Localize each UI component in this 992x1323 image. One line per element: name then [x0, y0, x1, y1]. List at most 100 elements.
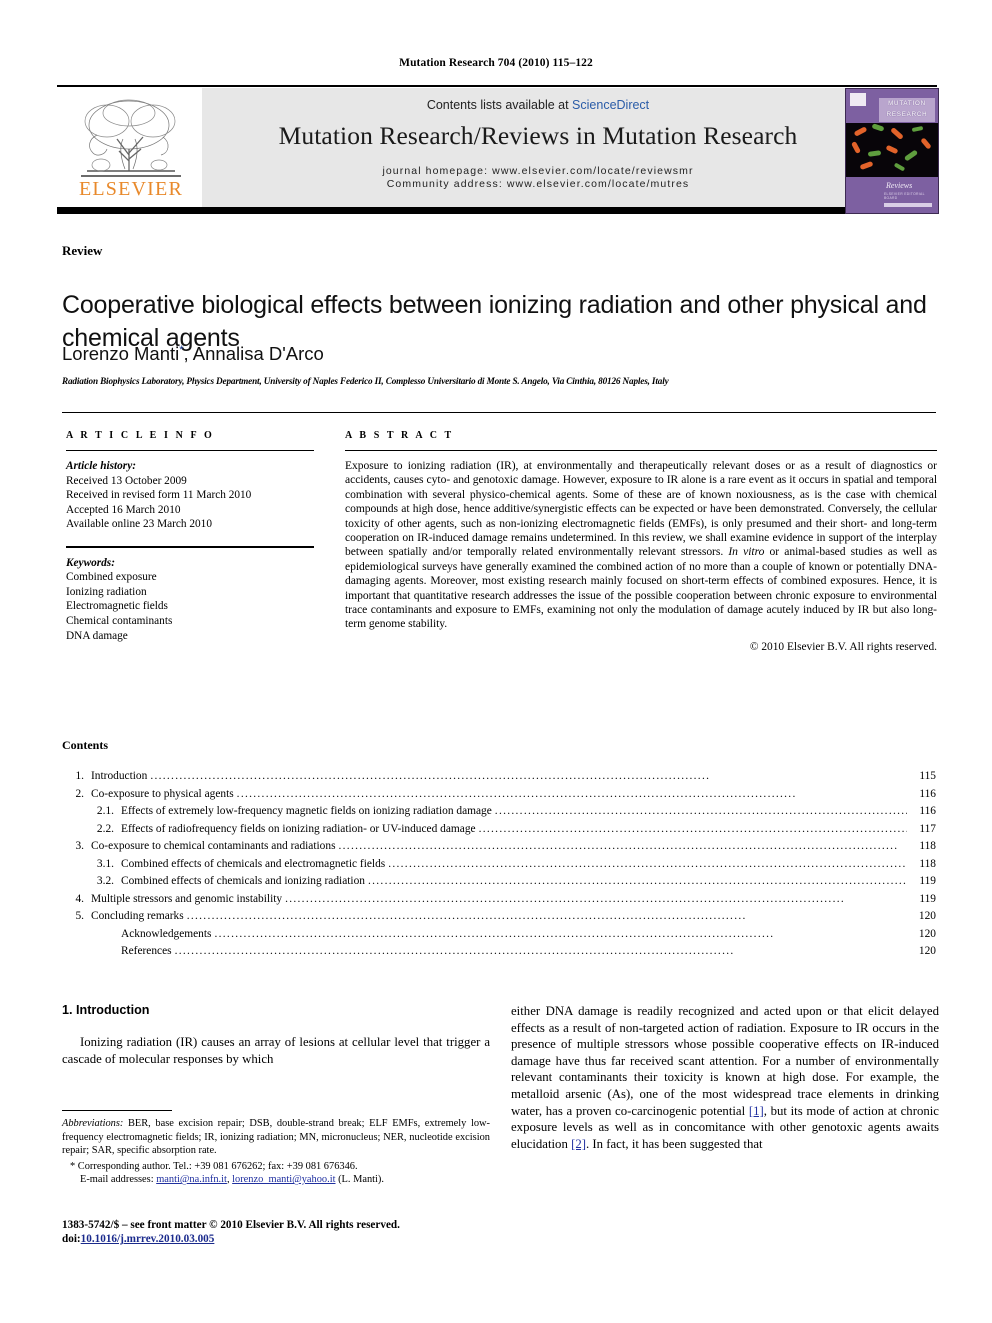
toc-label[interactable]: Combined effects of chemicals and electr…: [121, 856, 385, 874]
toc-label[interactable]: Co-exposure to physical agents: [91, 786, 234, 804]
toc-label[interactable]: Combined effects of chemicals and ionizi…: [121, 873, 365, 891]
toc-entry[interactable]: Acknowledgements .......................…: [62, 926, 936, 944]
chromosome-shape: [850, 141, 862, 154]
cover-subtitle: ELSEVIER EDITORIAL BOARD: [884, 192, 925, 200]
article-info-heading: A R T I C L E I N F O: [66, 430, 215, 441]
elsevier-logo: ELSEVIER: [67, 95, 195, 203]
toc-label[interactable]: Acknowledgements: [121, 926, 211, 944]
abbreviations-label: Abbreviations:: [62, 1118, 124, 1130]
toc-leader: ........................................…: [478, 822, 907, 835]
abstract-copyright: © 2010 Elsevier B.V. All rights reserved…: [749, 640, 937, 653]
toc-leader: ........................................…: [174, 945, 735, 957]
toc-page: 118: [919, 857, 936, 870]
toc-label[interactable]: Co-exposure to chemical contaminants and…: [91, 838, 336, 856]
toc-number: 2.1.: [96, 805, 114, 817]
community-address-line: Community address: www.elsevier.com/loca…: [386, 178, 690, 190]
doi-link[interactable]: 10.1016/j.mrrev.2010.03.005: [81, 1233, 215, 1245]
toc-entry[interactable]: 2. Co-exposure to physical agents ......…: [62, 786, 936, 804]
article-history-block: Article history: Received 13 October 200…: [66, 459, 314, 532]
toc-number: 1.: [75, 770, 84, 782]
table-of-contents: 1. Introduction ........................…: [62, 768, 936, 961]
toc-label[interactable]: Effects of extremely low-frequency magne…: [121, 803, 492, 821]
toc-leader: ........................................…: [186, 910, 747, 922]
running-head: Mutation Research 704 (2010) 115–122: [399, 57, 593, 69]
chromosome-shape: [867, 150, 882, 157]
toc-label[interactable]: References: [121, 943, 172, 961]
keyword-item: Chemical contaminants: [66, 614, 173, 627]
toc-leader: ........................................…: [494, 805, 907, 817]
email-owner: (L. Manti).: [335, 1174, 384, 1186]
body-column-right: either DNA damage is readily recognized …: [511, 1003, 939, 1152]
email-note: E-mail addresses: manti@na.infn.it, lore…: [62, 1173, 490, 1186]
cover-publisher-mark: [850, 93, 866, 106]
toc-label[interactable]: Multiple stressors and genomic instabili…: [91, 891, 282, 909]
keywords-label: Keywords:: [66, 556, 115, 569]
toc-page: 120: [918, 945, 936, 957]
reference-link-2[interactable]: [2]: [571, 1137, 586, 1151]
toc-entry[interactable]: 3.1. Combined effects of chemicals and e…: [62, 856, 936, 874]
toc-entry[interactable]: 3.2. Combined effects of chemicals and i…: [62, 873, 936, 891]
article-history-item: Received in revised form 11 March 2010: [66, 489, 252, 502]
cover-reviews-label: Reviews: [886, 181, 913, 190]
toc-entry[interactable]: 3. Co-exposure to chemical contaminants …: [62, 838, 936, 856]
toc-number: 4.: [75, 892, 84, 905]
email-link-secondary[interactable]: lorenzo_manti@yahoo.it: [232, 1174, 335, 1185]
chromosome-shape: [871, 123, 885, 132]
toc-label[interactable]: Concluding remarks: [91, 908, 184, 926]
sciencedirect-link[interactable]: ScienceDirect: [572, 98, 649, 112]
toc-number: 5.: [75, 910, 84, 922]
cover-title-line1: MUTATION: [888, 100, 926, 107]
toc-entry[interactable]: 2.2. Effects of radiofrequency fields on…: [62, 821, 936, 839]
chromosome-shape: [920, 137, 932, 150]
toc-number: 3.2.: [96, 875, 114, 887]
cover-title-box: MUTATION RESEARCH: [879, 98, 935, 122]
body-column-left: 1. Introduction Ionizing radiation (IR) …: [62, 1003, 490, 1067]
toc-entry[interactable]: 5. Concluding remarks ..................…: [62, 908, 936, 926]
issn-copyright-block: 1383-5742/$ – see front matter © 2010 El…: [62, 1218, 400, 1247]
abstract-part-1: Exposure to ionizing radiation (IR), at …: [345, 459, 937, 559]
abstract-heading: A B S T R A C T: [345, 430, 454, 441]
keywords-rule: [66, 545, 314, 548]
article-history-label: Article history:: [66, 460, 136, 472]
reference-link-1[interactable]: [1]: [749, 1104, 764, 1118]
issn-line: 1383-5742/$ – see front matter © 2010 El…: [62, 1219, 400, 1231]
article-history-item: Available online 23 March 2010: [66, 518, 212, 531]
elsevier-logo-rule: [81, 175, 181, 177]
keyword-item: Combined exposure: [66, 571, 157, 584]
toc-page: 120: [918, 910, 936, 922]
corresponding-author-note: * Corresponding author. Tel.: +39 081 67…: [70, 1161, 358, 1172]
footnote-block: Abbreviations: BER, base excision repair…: [62, 1110, 490, 1186]
abstract-body: Exposure to ionizing radiation (IR), at …: [345, 459, 937, 632]
keyword-item: Electromagnetic fields: [66, 600, 168, 613]
author-name-first: Lorenzo Manti: [62, 343, 180, 364]
abstract-italic-term: In vitro: [728, 545, 765, 559]
toc-leader: ........................................…: [214, 927, 775, 940]
article-info-column: A R T I C L E I N F O Article history: R…: [66, 430, 314, 643]
toc-page: 119: [919, 892, 936, 905]
toc-entry[interactable]: 2.1. Effects of extremely low-frequency …: [62, 803, 936, 821]
toc-label[interactable]: Introduction: [91, 768, 147, 786]
toc-page: 120: [918, 927, 936, 940]
toc-label[interactable]: Effects of radiofrequency fields on ioni…: [121, 821, 476, 839]
article-history-item: Received 13 October 2009: [66, 474, 187, 487]
toc-number: 3.1.: [96, 857, 114, 870]
masthead-bottom-rule: [57, 207, 937, 214]
toc-leader: ........................................…: [367, 875, 907, 887]
toc-number: 2.: [75, 787, 84, 800]
author-list: Lorenzo Manti*, Annalisa D'Arco: [62, 343, 932, 365]
keyword-item: Ionizing radiation: [66, 585, 147, 598]
author-affiliation: Radiation Biophysics Laboratory, Physics…: [62, 376, 669, 386]
toc-leader: ........................................…: [150, 770, 711, 782]
cover-image-area: [846, 123, 938, 177]
journal-cover-thumbnail[interactable]: MUTATION RESEARCH Reviews ELSEVIER EDITO…: [845, 88, 939, 214]
chromosome-shape: [859, 160, 874, 171]
cover-title-line2: RESEARCH: [886, 111, 928, 118]
abstract-column: A B S T R A C T Exposure to ionizing rad…: [345, 430, 937, 653]
toc-entry[interactable]: 1. Introduction ........................…: [62, 768, 936, 786]
abstract-rule: [345, 450, 937, 451]
toc-entry[interactable]: 4. Multiple stressors and genomic instab…: [62, 891, 936, 909]
email-link-primary[interactable]: manti@na.infn.it: [156, 1174, 227, 1185]
toc-entry[interactable]: References .............................…: [62, 943, 936, 961]
elsevier-tree-icon: [84, 99, 176, 172]
cover-footer-bar: [884, 203, 932, 207]
